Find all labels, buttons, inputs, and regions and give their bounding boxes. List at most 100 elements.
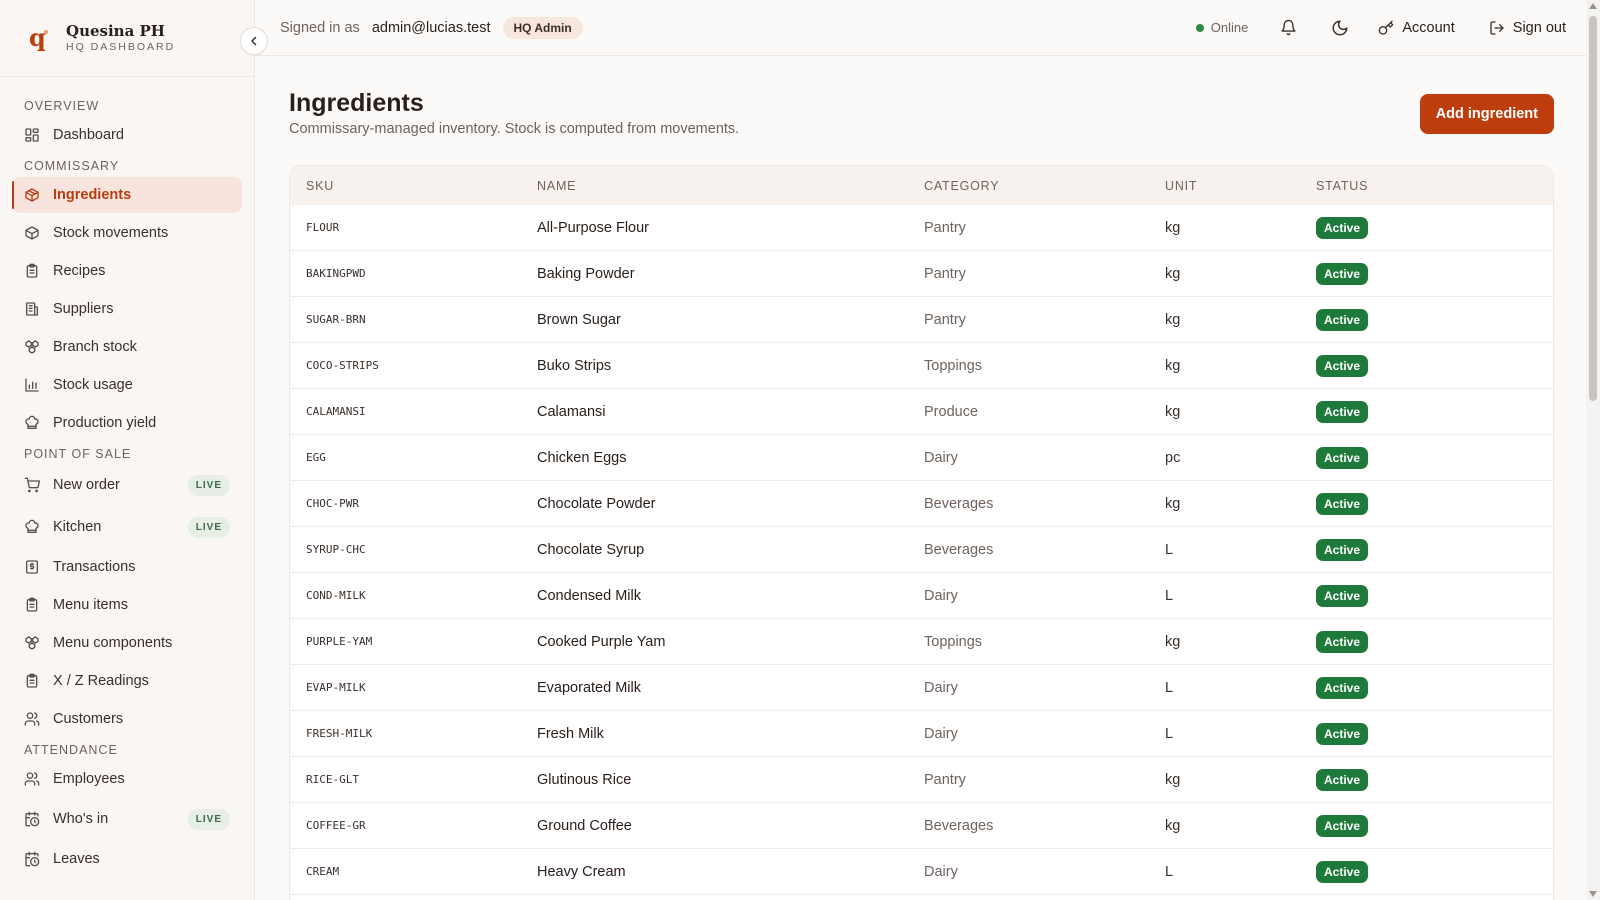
package-icon xyxy=(25,188,39,202)
sidebar-item-who-s-in[interactable]: Who's in LIVE xyxy=(12,799,242,839)
sidebar-item-branch-stock[interactable]: Branch stock xyxy=(12,329,242,365)
column-header-unit[interactable]: UNIT xyxy=(1165,179,1316,193)
cell-name: Evaporated Milk xyxy=(537,679,641,696)
cell-sku: COFFEE-GR xyxy=(306,819,366,832)
column-header-name[interactable]: NAME xyxy=(537,179,924,193)
status-badge: Active xyxy=(1316,216,1369,239)
boxes-icon xyxy=(25,340,39,354)
page-title: Ingredients xyxy=(289,89,424,117)
cell-name: Cooked Purple Yam xyxy=(537,633,666,650)
clipboard-icon xyxy=(26,597,38,612)
theme-toggle-button[interactable] xyxy=(1326,14,1354,42)
table-row[interactable]: BAKINGPWD Baking Powder Pantry kg Active xyxy=(290,251,1553,297)
sidebar-item-label: Ingredients xyxy=(53,187,132,203)
add-ingredient-button[interactable]: Add ingredient xyxy=(1419,94,1554,134)
ingredients-table: SKU NAME CATEGORY UNIT STATUS FLOUR All-P… xyxy=(289,165,1554,900)
cell-status: Active xyxy=(1316,768,1553,791)
cell-category: Dairy xyxy=(924,587,958,604)
cell-sku: CREAM xyxy=(306,865,340,878)
sidebar-item-label: Transactions xyxy=(53,559,136,575)
cell-unit: kg xyxy=(1165,403,1181,420)
table-row[interactable]: RICE-GLT Glutinous Rice Pantry kg Active xyxy=(290,757,1553,803)
sidebar-item-label: X / Z Readings xyxy=(53,673,149,689)
table-row[interactable]: COFFEE-GR Ground Coffee Beverages kg Active xyxy=(290,803,1553,849)
cell-status: Active xyxy=(1316,446,1553,469)
sidebar-item-leaves[interactable]: Leaves xyxy=(12,841,242,877)
brand-text: Quesina PH HQ DASHBOARD xyxy=(66,22,175,54)
table-row[interactable]: EVAP-MILK Evaporated Milk Dairy L Active xyxy=(290,665,1553,711)
online-status-label: Online xyxy=(1210,20,1249,35)
online-status: Online xyxy=(1195,20,1249,35)
cell-category: Dairy xyxy=(924,449,958,466)
cell-unit: kg xyxy=(1165,817,1181,834)
sidebar-item-menu-components[interactable]: Menu components xyxy=(12,625,242,661)
sidebar-item-employees[interactable]: Employees xyxy=(12,761,242,797)
page-subtitle: Commissary-managed inventory. Stock is c… xyxy=(289,121,740,137)
brand[interactable]: q Quesina PH HQ DASHBOARD xyxy=(0,0,268,77)
column-header-status[interactable]: STATUS xyxy=(1316,179,1553,193)
sidebar-item-transactions[interactable]: Transactions xyxy=(12,549,242,585)
table-row[interactable]: COND-MILK Condensed Milk Dairy L Active xyxy=(290,573,1553,619)
sidebar-item-customers[interactable]: Customers xyxy=(12,701,242,737)
users-icon xyxy=(24,772,40,786)
cell-name: Baking Powder xyxy=(537,265,635,282)
scroll-down-arrow-icon[interactable] xyxy=(1589,891,1597,897)
table-row[interactable]: COCO-STRIPS Buko Strips Toppings kg Active xyxy=(290,343,1553,389)
table-row[interactable]: PURPLE-YAM Cooked Purple Yam Toppings kg Act… xyxy=(290,619,1553,665)
notifications-button[interactable] xyxy=(1274,14,1302,42)
page-scrollbar[interactable] xyxy=(1586,0,1600,900)
cell-name: Chicken Eggs xyxy=(537,449,627,466)
signout-link[interactable]: Sign out xyxy=(1489,20,1566,36)
table-row[interactable]: FLOUR All-Purpose Flour Pantry kg Active xyxy=(290,205,1553,251)
cell-category: Pantry xyxy=(924,771,966,788)
table-row[interactable]: EGG Chicken Eggs Dairy pc Active xyxy=(290,435,1553,481)
sidebar-item-stock-movements[interactable]: Stock movements xyxy=(12,215,242,251)
cell-status: Active xyxy=(1316,492,1553,515)
sidebar-item-ingredients[interactable]: Ingredients xyxy=(12,177,242,213)
sidebar-item-new-order[interactable]: New order LIVE xyxy=(12,465,242,505)
sidebar-item-dashboard[interactable]: Dashboard xyxy=(12,117,242,153)
sidebar-item-suppliers[interactable]: Suppliers xyxy=(12,291,242,327)
sidebar: q Quesina PH HQ DASHBOARD OVERVIEW Dashbo… xyxy=(0,0,268,900)
cell-status: Active xyxy=(1316,630,1553,653)
cell-sku: SYRUP-CHC xyxy=(306,543,366,556)
sidebar-item-label: Branch stock xyxy=(53,339,137,355)
collapse-sidebar-button[interactable] xyxy=(240,27,268,55)
column-header-category[interactable]: CATEGORY xyxy=(924,179,1165,193)
cell-name: Condensed Milk xyxy=(537,587,641,604)
table-row[interactable]: CHOC-PWR Chocolate Powder Beverages kg Activ… xyxy=(290,481,1553,527)
cell-name: Chocolate Powder xyxy=(537,495,656,512)
table-row[interactable]: SYRUP-CHC Chocolate Syrup Beverages L Active xyxy=(290,527,1553,573)
sidebar-item-label: Stock movements xyxy=(53,225,169,241)
status-badge: Active xyxy=(1316,630,1369,653)
table-row[interactable]: FRESH-MILK Fresh Milk Dairy L Active xyxy=(290,711,1553,757)
sidebar-item-label: Suppliers xyxy=(53,301,114,317)
column-header-sku[interactable]: SKU xyxy=(290,179,537,193)
sidebar-item-recipes[interactable]: Recipes xyxy=(12,253,242,289)
cell-status: Active xyxy=(1316,814,1553,837)
sidebar-item-label: Menu items xyxy=(53,597,128,613)
sidebar-item-kitchen[interactable]: Kitchen LIVE xyxy=(12,507,242,547)
cell-category: Beverages xyxy=(924,817,994,834)
sidebar-item-production-yield[interactable]: Production yield xyxy=(12,405,242,441)
sidebar-item-menu-items[interactable]: Menu items xyxy=(12,587,242,623)
status-badge: Active xyxy=(1316,492,1369,515)
online-dot-icon xyxy=(1195,23,1204,32)
cell-unit: kg xyxy=(1165,219,1181,236)
account-link[interactable]: Account xyxy=(1378,20,1455,36)
cell-status: Active xyxy=(1316,400,1553,423)
bell-icon xyxy=(1281,19,1296,36)
scroll-up-arrow-icon[interactable] xyxy=(1589,3,1597,9)
cell-sku: EGG xyxy=(306,451,326,464)
scrollbar-thumb[interactable] xyxy=(1589,16,1597,401)
table-row[interactable]: CREAM Heavy Cream Dairy L Active xyxy=(290,849,1553,895)
sidebar-item-label: New order xyxy=(53,477,120,493)
status-badge: Active xyxy=(1316,814,1369,837)
sidebar-item-x-z-readings[interactable]: X / Z Readings xyxy=(12,663,242,699)
sidebar-item-label: Kitchen xyxy=(53,519,102,535)
brand-name: Quesina PH xyxy=(66,22,165,40)
table-row[interactable]: CALAMANSI Calamansi Produce kg Active xyxy=(290,389,1553,435)
table-row[interactable]: SUGAR-BRN Brown Sugar Pantry kg Active xyxy=(290,297,1553,343)
sidebar-item-stock-usage[interactable]: Stock usage xyxy=(12,367,242,403)
sidebar-item-label: Leaves xyxy=(53,851,100,867)
